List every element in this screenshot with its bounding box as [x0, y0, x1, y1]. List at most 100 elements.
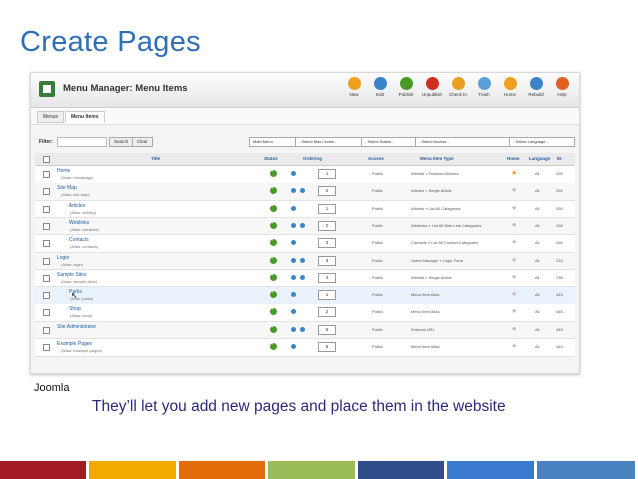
- col-ordering[interactable]: Ordering: [303, 156, 322, 161]
- row-checkbox[interactable]: [43, 205, 50, 213]
- ordering-input[interactable]: 1: [318, 169, 336, 179]
- item-title-link[interactable]: · Shop: [66, 306, 81, 312]
- ordering-input[interactable]: 1: [318, 203, 336, 214]
- search-button[interactable]: Search: [109, 137, 134, 147]
- filter-search-input[interactable]: [57, 137, 107, 147]
- move-down-icon[interactable]: [300, 257, 305, 263]
- table-row[interactable]: Sample Sites(Alias: sample-sites) 4 Public…: [35, 269, 575, 288]
- move-up-icon[interactable]: [291, 344, 296, 349]
- ordering-input[interactable]: 1: [318, 290, 336, 301]
- move-up-icon[interactable]: [291, 257, 296, 263]
- col-status[interactable]: Status: [264, 156, 278, 161]
- ordering-input[interactable]: 6: [318, 342, 336, 352]
- item-title-link[interactable]: · Contacts: [66, 237, 89, 243]
- move-down-icon[interactable]: [300, 274, 305, 280]
- row-checkbox[interactable]: [43, 309, 50, 317]
- published-icon[interactable]: [270, 237, 277, 247]
- home-star-icon[interactable]: ★: [511, 325, 517, 333]
- select-all-checkbox[interactable]: [43, 156, 50, 163]
- published-icon[interactable]: [270, 324, 277, 333]
- item-title-link[interactable]: Login: [57, 255, 69, 261]
- table-row[interactable]: Example Pages(Alias: example-pages) 6 Publ…: [35, 339, 575, 357]
- home-star-icon[interactable]: ★: [511, 342, 517, 350]
- col-id[interactable]: ID: [557, 156, 562, 161]
- published-icon[interactable]: [270, 168, 277, 177]
- published-icon[interactable]: [270, 306, 277, 316]
- home-star-icon[interactable]: ★: [511, 273, 517, 281]
- max-levels-select[interactable]: - Select Max Levels -: [295, 137, 363, 147]
- home-star-icon[interactable]: ★: [511, 290, 517, 298]
- home-star-icon[interactable]: ★: [511, 307, 517, 315]
- published-icon[interactable]: [270, 289, 277, 299]
- published-icon[interactable]: [270, 220, 277, 229]
- table-row[interactable]: Home(Alias: homepage) 1 Public Articles » F…: [35, 166, 575, 184]
- ordering-input[interactable]: 4: [318, 272, 336, 283]
- published-icon[interactable]: [270, 203, 277, 212]
- item-title-link[interactable]: Home: [57, 168, 70, 174]
- item-title-link[interactable]: · Articles: [66, 203, 85, 209]
- ordering-input[interactable]: 3: [318, 238, 336, 249]
- published-icon[interactable]: [270, 272, 277, 281]
- toolbar-check-in-button[interactable]: Check In: [446, 77, 470, 97]
- home-star-icon[interactable]: ★: [511, 256, 517, 264]
- table-row[interactable]: · Shop(Alias: shop) 2 Public Menu Item Alia…: [35, 304, 575, 322]
- item-title-link[interactable]: Sample Sites: [57, 272, 86, 278]
- row-checkbox[interactable]: [43, 292, 50, 300]
- home-star-icon[interactable]: ★: [511, 238, 517, 246]
- toolbar-trash-button[interactable]: Trash: [472, 77, 496, 97]
- table-row[interactable]: · Articles(Alias: articles) 1 Public Articl…: [35, 200, 575, 219]
- item-title-link[interactable]: Example Pages: [57, 341, 92, 347]
- default-home-star-icon[interactable]: ★: [511, 169, 517, 177]
- row-checkbox[interactable]: [43, 274, 50, 282]
- home-star-icon[interactable]: ★: [511, 186, 517, 194]
- row-checkbox[interactable]: [43, 344, 50, 351]
- published-icon[interactable]: [270, 341, 277, 350]
- ordering-input[interactable]: 2: [318, 220, 336, 231]
- toolbar-rebuild-button[interactable]: Rebuild: [524, 77, 548, 97]
- move-up-icon[interactable]: [291, 171, 296, 176]
- table-row[interactable]: Site Administrator 5 Public External URL ★ Al…: [35, 321, 575, 340]
- table-row[interactable]: · Weblinks(Alias: weblinks) 2 Public Weblin…: [35, 217, 575, 236]
- col-language[interactable]: Language: [529, 156, 550, 161]
- row-checkbox[interactable]: [43, 257, 50, 265]
- toolbar-edit-button[interactable]: Edit: [368, 77, 392, 97]
- toolbar-publish-button[interactable]: Publish: [394, 77, 418, 97]
- toolbar-help-button[interactable]: Help: [550, 77, 574, 97]
- row-checkbox[interactable]: [43, 222, 50, 230]
- move-up-icon[interactable]: [291, 326, 296, 332]
- toolbar-home-button[interactable]: Home: [498, 77, 522, 97]
- col-home[interactable]: Home: [507, 156, 520, 161]
- row-checkbox[interactable]: [43, 188, 50, 196]
- item-title-link[interactable]: Site Administrator: [57, 324, 96, 330]
- move-up-icon[interactable]: [291, 274, 296, 280]
- table-row[interactable]: · Contacts(Alias: contacts) 3 Public Contac…: [35, 235, 575, 253]
- toolbar-new-button[interactable]: New: [342, 77, 366, 97]
- col-title[interactable]: Title: [151, 156, 160, 161]
- row-checkbox[interactable]: [43, 240, 50, 248]
- menu-select[interactable]: Main Menu: [249, 137, 297, 147]
- item-title-link[interactable]: Site Map: [57, 185, 77, 191]
- table-row[interactable]: · Parks(Alias: parks)1PublicMenu Item Al…: [35, 287, 575, 305]
- move-up-icon[interactable]: [291, 240, 296, 246]
- move-down-icon[interactable]: [300, 222, 305, 228]
- tab-menu-items[interactable]: Menu Items: [65, 111, 105, 123]
- ordering-input[interactable]: 5: [318, 324, 336, 335]
- move-down-icon[interactable]: [300, 188, 305, 194]
- tab-menus[interactable]: Menus: [37, 111, 65, 123]
- home-star-icon[interactable]: ★: [511, 204, 517, 212]
- ordering-input[interactable]: 2: [318, 186, 336, 197]
- toolbar-unpublish-button[interactable]: Unpublish: [420, 77, 444, 97]
- row-checkbox[interactable]: [43, 326, 50, 334]
- published-icon[interactable]: [270, 185, 277, 195]
- move-up-icon[interactable]: [291, 292, 296, 298]
- clear-button[interactable]: Clear: [132, 137, 153, 147]
- published-icon[interactable]: [270, 255, 277, 264]
- ordering-input[interactable]: 2: [318, 307, 336, 318]
- move-up-icon[interactable]: [291, 188, 296, 194]
- table-row[interactable]: Site Map(Alias: site-map) 2 Public Articles…: [35, 183, 575, 201]
- ordering-input[interactable]: 3: [318, 255, 336, 266]
- home-star-icon[interactable]: ★: [511, 221, 517, 229]
- status-select[interactable]: - Select Status -: [361, 137, 417, 147]
- table-row[interactable]: Login(Alias: login) 3 Public Users Manager …: [35, 252, 575, 270]
- item-title-link[interactable]: · Weblinks: [66, 220, 89, 226]
